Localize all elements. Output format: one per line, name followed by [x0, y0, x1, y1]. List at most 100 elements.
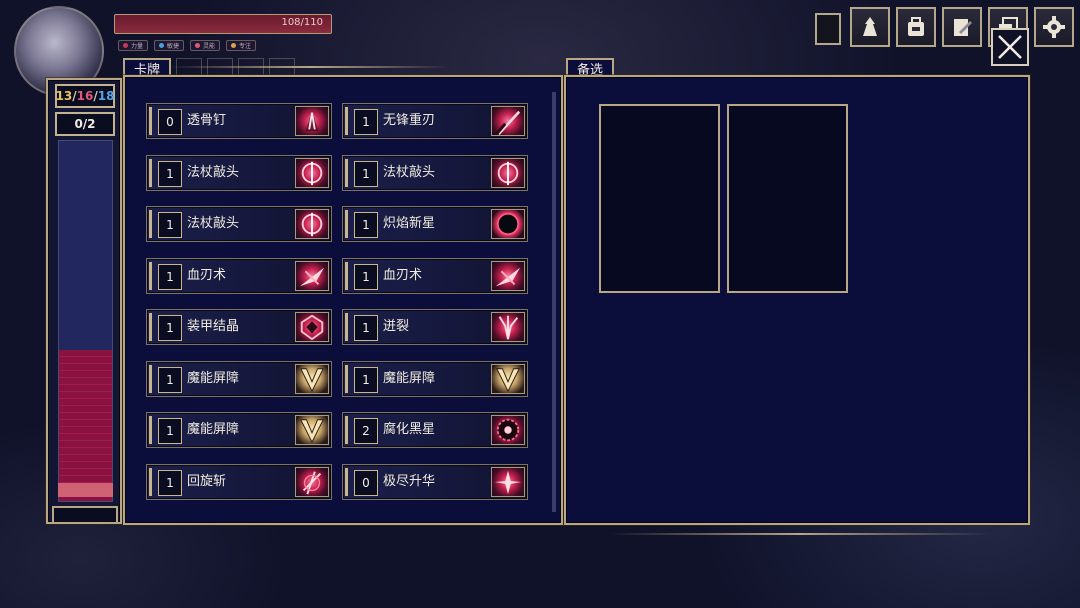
card-row[interactable]: 1 法杖敲头 [146, 154, 332, 191]
barrier-icon [491, 363, 525, 394]
gauge-cap [58, 483, 113, 497]
card-cost: 1 [158, 212, 182, 238]
blade-icon [491, 106, 525, 136]
card-cost: 0 [354, 469, 378, 496]
dark-star-icon [491, 415, 525, 445]
card-cost: 0 [158, 109, 182, 135]
card-cost: 1 [354, 315, 378, 341]
card-name: 迸裂 [383, 319, 410, 334]
backpack-button[interactable] [896, 7, 936, 47]
status-label: 力量 [131, 43, 144, 50]
candidate-slot[interactable] [727, 104, 848, 293]
status-label: 专注 [239, 43, 252, 50]
card-name: 透骨钉 [187, 113, 227, 128]
settings-button[interactable] [1034, 7, 1074, 47]
card-name: 回旋斩 [187, 473, 227, 489]
card-row[interactable]: 1 血刃术 [146, 257, 332, 294]
barrier-icon [295, 363, 329, 394]
backpack-icon [908, 17, 924, 36]
card-name: 极尽升华 [383, 473, 436, 489]
blood-blade-icon [491, 260, 525, 291]
card-name: 无锋重刃 [383, 113, 436, 128]
card-row[interactable]: 1 炽焰新星 [342, 206, 528, 242]
card-cost: 1 [354, 263, 378, 290]
card-cost: 1 [158, 263, 182, 290]
candidate-slot[interactable] [599, 104, 720, 293]
card-row[interactable]: 1 法杖敲头 [146, 206, 332, 242]
burst-icon [491, 312, 525, 342]
card-row[interactable]: 1 法杖敲头 [342, 154, 528, 191]
ascend-icon [491, 466, 525, 497]
card-name: 法杖敲头 [187, 164, 240, 180]
card-name: 魔能屏障 [187, 422, 240, 437]
gauge-fill [59, 349, 112, 501]
barrier-icon [295, 415, 329, 445]
card-row[interactable]: 0 极尽升华 [342, 463, 528, 500]
nova-icon [491, 209, 525, 239]
card-row[interactable]: 1 魔能屏障 [342, 360, 528, 397]
card-name: 魔能屏障 [187, 370, 240, 386]
card-row[interactable]: 1 装甲结晶 [146, 309, 332, 345]
energy-value-b: 16 [76, 89, 94, 103]
card-name: 腐化黑星 [383, 422, 436, 437]
card-cost: 1 [158, 366, 182, 393]
card-row[interactable]: 1 迸裂 [342, 309, 528, 345]
character-icon [863, 17, 877, 36]
close-icon [998, 35, 1022, 59]
card-row[interactable]: 0 透骨钉 [146, 103, 332, 139]
status-effects: 力量 敏捷 灵能 专注 [118, 40, 257, 51]
card-row[interactable]: 1 无锋重刃 [342, 103, 528, 139]
staff-icon [295, 209, 329, 239]
card-cost: 1 [354, 366, 378, 393]
character-button[interactable] [850, 7, 890, 47]
card-row[interactable]: 1 回旋斩 [146, 463, 332, 500]
card-row[interactable]: 1 魔能屏障 [146, 412, 332, 448]
card-name: 血刃术 [383, 267, 423, 283]
deck-panel [123, 75, 563, 525]
status-chip[interactable]: 力量 [118, 40, 149, 51]
status-dot-icon [123, 43, 128, 48]
hp-bar: 108/110 [114, 14, 332, 34]
settings-icon [1043, 16, 1065, 38]
status-chip[interactable]: 专注 [226, 40, 257, 51]
top-menu [850, 7, 1074, 47]
discard-counter: 0/2 [55, 112, 115, 136]
card-cost: 2 [354, 418, 378, 444]
card-deck-icon [954, 19, 972, 36]
card-cost: 1 [158, 469, 182, 496]
status-chip[interactable]: 敏捷 [154, 40, 185, 51]
card-cost: 1 [354, 212, 378, 238]
staff-icon [295, 157, 329, 188]
status-dot-icon [231, 43, 237, 48]
spin-slash-icon [295, 466, 329, 497]
deck-scrollbar[interactable] [552, 92, 556, 512]
card-name: 魔能屏障 [383, 370, 436, 386]
energy-value-a: 13 [55, 89, 73, 103]
card-name: 法杖敲头 [187, 216, 240, 231]
status-label: 灵能 [203, 43, 216, 50]
close-button[interactable] [991, 28, 1029, 66]
card-name: 炽焰新星 [383, 216, 436, 231]
blood-blade-icon [295, 260, 329, 291]
card-row[interactable]: 1 魔能屏障 [146, 360, 332, 397]
decor-line [610, 533, 990, 535]
card-cost: 1 [158, 418, 182, 444]
status-chip[interactable]: 灵能 [190, 40, 221, 51]
status-label: 敏捷 [167, 43, 180, 50]
status-dot-icon [195, 43, 201, 48]
energy-value-c: 18 [97, 89, 115, 103]
card-cost: 1 [158, 315, 182, 341]
card-cost: 1 [354, 160, 378, 187]
card-deck-button[interactable] [942, 7, 982, 47]
card-row[interactable]: 1 血刃术 [342, 257, 528, 294]
staff-icon [491, 157, 525, 188]
card-row[interactable]: 2 腐化黑星 [342, 412, 528, 448]
card-name: 装甲结晶 [187, 319, 240, 334]
card-name: 血刃术 [187, 267, 227, 283]
bottom-slot [52, 506, 118, 524]
nail-icon [295, 106, 329, 136]
card-name: 法杖敲头 [383, 164, 436, 180]
status-dot-icon [159, 43, 165, 48]
energy-counter: 13/16/18 [55, 84, 115, 108]
crystal-icon [295, 312, 329, 342]
